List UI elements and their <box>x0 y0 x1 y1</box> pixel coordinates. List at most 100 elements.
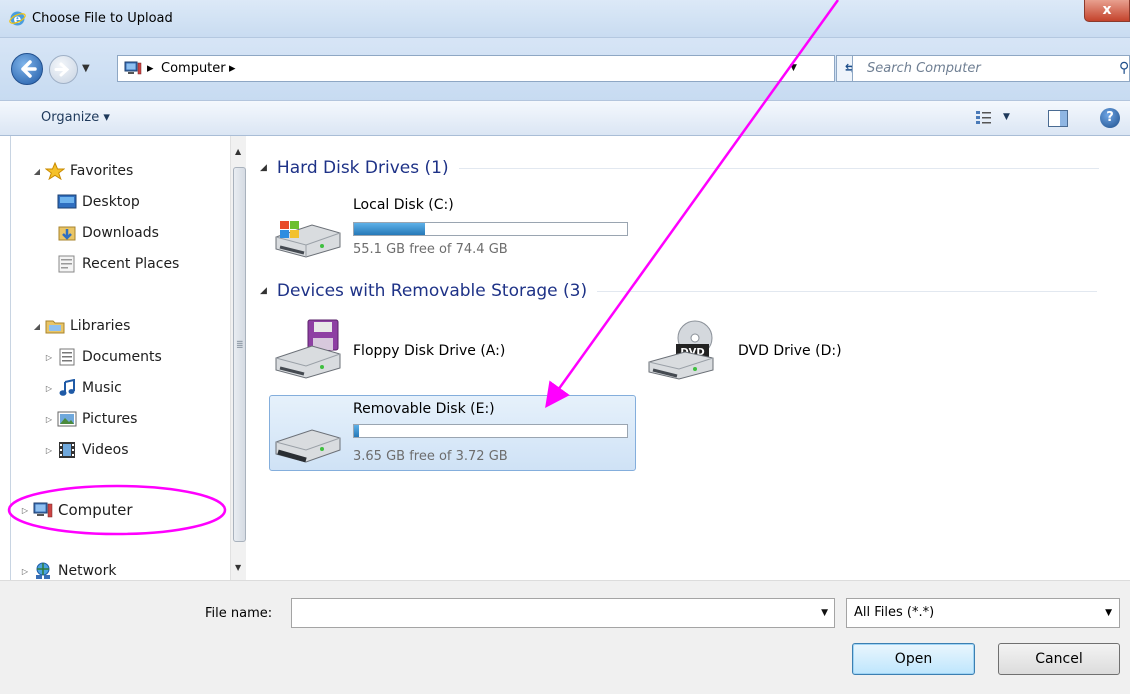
view-options-dropdown[interactable]: ▼ <box>1003 112 1010 122</box>
pictures-icon <box>57 411 77 427</box>
documents-icon <box>59 348 75 366</box>
sidebar-item-recent-places[interactable]: Recent Places <box>55 251 179 277</box>
drive-name: Floppy Disk Drive (A:) <box>353 343 506 359</box>
nav-pane-scrollbar[interactable]: ▲ = = ▼ <box>230 136 247 586</box>
sidebar-item-label: Downloads <box>82 225 159 241</box>
search-input[interactable]: Search Computer ⚲ <box>852 55 1130 82</box>
command-bar: Organize ▾ ▼ ? <box>0 100 1130 136</box>
sidebar-item-label: Computer <box>58 501 133 519</box>
music-icon <box>59 379 75 396</box>
collapse-arrow-icon[interactable]: ◢ <box>260 286 267 296</box>
videos-icon <box>59 442 75 458</box>
help-icon[interactable]: ? <box>1100 108 1120 128</box>
navigation-bar: ▼ ▸ Computer ▸ ▼ ⇆ Search Computer ⚲ <box>0 38 1130 100</box>
computer-icon <box>33 502 53 518</box>
sidebar-item-favorites[interactable]: ◢ Favorites <box>31 158 133 184</box>
libraries-folder-icon <box>45 320 65 334</box>
preview-pane-icon[interactable] <box>1048 110 1068 127</box>
scrollbar-grip-icon: = = <box>236 338 244 352</box>
group-header-hard-disk[interactable]: ◢ Hard Disk Drives (1) <box>260 158 1099 178</box>
file-name-input[interactable]: ▼ <box>291 598 835 628</box>
drive-usage-fill <box>354 223 425 235</box>
sidebar-item-label: Favorites <box>70 163 134 179</box>
group-header-removable[interactable]: ◢ Devices with Removable Storage (3) <box>260 281 1098 301</box>
organize-menu[interactable]: Organize ▾ <box>41 110 110 125</box>
sidebar-item-music[interactable]: ▷ Music <box>43 375 122 401</box>
drive-name: Local Disk (C:) <box>353 197 454 213</box>
sidebar-item-computer[interactable]: ▷ Computer <box>19 497 133 523</box>
expand-arrow-icon[interactable]: ▷ <box>43 384 55 393</box>
scrollbar-thumb[interactable] <box>233 167 246 542</box>
address-bar[interactable]: ▸ Computer ▸ ▼ <box>117 55 835 82</box>
sidebar-item-libraries[interactable]: ◢ Libraries <box>31 313 131 339</box>
drive-usage-fill <box>354 425 360 437</box>
expand-arrow-icon[interactable]: ▷ <box>43 353 55 362</box>
sidebar-item-label: Desktop <box>82 194 140 210</box>
file-selection-footer: File name: ▼ All Files (*.*) ▼ Open Canc… <box>0 580 1130 694</box>
drive-free-space: 55.1 GB free of 74.4 GB <box>353 242 508 257</box>
expand-arrow-icon[interactable]: ▷ <box>19 506 31 515</box>
group-header-label: Devices with Removable Storage (3) <box>276 281 588 301</box>
file-name-label: File name: <box>205 606 273 621</box>
file-type-value: All Files (*.*) <box>854 605 935 620</box>
window-title: Choose File to Upload <box>32 11 173 26</box>
dvd-drive-icon: DVD <box>648 320 714 380</box>
breadcrumb-computer[interactable]: Computer <box>161 61 226 76</box>
drive-free-space: 3.65 GB free of 3.72 GB <box>353 449 508 464</box>
sidebar-item-videos[interactable]: ▷ Videos <box>43 437 129 463</box>
search-placeholder: Search Computer <box>867 61 981 76</box>
back-arrow-icon <box>21 60 37 78</box>
sidebar-item-label: Libraries <box>70 318 131 334</box>
back-button[interactable] <box>11 53 43 85</box>
network-icon <box>36 562 50 579</box>
expand-arrow-icon[interactable]: ▷ <box>43 446 55 455</box>
expand-arrow-icon[interactable]: ▷ <box>19 567 31 576</box>
collapse-arrow-icon[interactable]: ◢ <box>31 167 43 176</box>
star-icon <box>45 162 65 180</box>
group-header-label: Hard Disk Drives (1) <box>276 158 449 178</box>
chevron-down-icon[interactable]: ▼ <box>1105 608 1112 618</box>
open-button[interactable]: Open <box>852 643 975 675</box>
scroll-up-arrow-icon[interactable]: ▲ <box>235 147 241 156</box>
breadcrumb-separator[interactable]: ▸ <box>229 61 236 76</box>
title-bar: e Choose File to Upload x <box>0 0 1130 38</box>
internet-explorer-icon: e <box>9 11 26 26</box>
downloads-folder-icon <box>58 226 76 241</box>
file-type-filter[interactable]: All Files (*.*) ▼ <box>846 598 1120 628</box>
sidebar-item-documents[interactable]: ▷ Documents <box>43 344 162 370</box>
expand-arrow-icon[interactable]: ▷ <box>43 415 55 424</box>
sidebar-item-desktop[interactable]: Desktop <box>55 189 140 215</box>
change-view-icon[interactable] <box>975 110 992 126</box>
breadcrumb-separator[interactable]: ▸ <box>147 61 154 76</box>
sidebar-item-label: Documents <box>82 349 162 365</box>
sidebar-item-downloads[interactable]: Downloads <box>55 220 159 246</box>
removable-disk-icon <box>275 429 341 463</box>
sidebar-item-label: Videos <box>82 442 129 458</box>
drive-usage-bar <box>353 424 628 438</box>
cancel-button[interactable]: Cancel <box>998 643 1120 675</box>
forward-arrow-icon <box>54 62 70 77</box>
desktop-icon <box>57 194 77 209</box>
search-icon[interactable]: ⚲ <box>1119 60 1129 76</box>
recent-places-icon <box>58 255 75 273</box>
forward-button[interactable] <box>49 55 78 84</box>
address-history-dropdown[interactable]: ▼ <box>790 63 797 73</box>
sidebar-item-pictures[interactable]: ▷ Pictures <box>43 406 138 432</box>
drive-usage-bar <box>353 222 628 236</box>
drive-name: DVD Drive (D:) <box>738 343 842 359</box>
group-divider <box>458 167 1099 169</box>
chevron-down-icon[interactable]: ▼ <box>821 608 828 618</box>
collapse-arrow-icon[interactable]: ◢ <box>31 322 43 331</box>
group-divider <box>597 290 1098 292</box>
navigation-pane: ◢ Favorites Desktop Downloads Recent Pla… <box>10 136 247 586</box>
drive-name: Removable Disk (E:) <box>353 401 495 417</box>
floppy-drive-icon <box>275 319 341 379</box>
sidebar-item-label: Music <box>82 380 122 396</box>
close-button[interactable]: x <box>1084 0 1130 22</box>
sidebar-item-label: Pictures <box>82 411 138 427</box>
windows-hard-drive-icon <box>275 221 341 258</box>
sidebar-item-label: Recent Places <box>82 256 180 272</box>
collapse-arrow-icon[interactable]: ◢ <box>260 163 267 173</box>
recent-pages-dropdown[interactable]: ▼ <box>82 63 90 74</box>
scroll-down-arrow-icon[interactable]: ▼ <box>235 563 241 572</box>
